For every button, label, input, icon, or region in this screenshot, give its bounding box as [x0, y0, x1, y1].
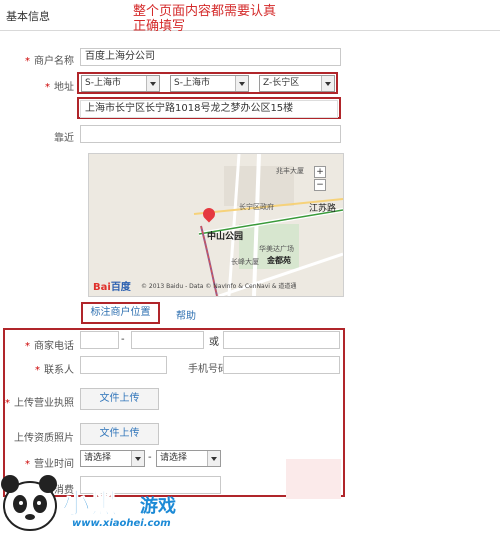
hours-label: * 营业时间: [25, 459, 74, 470]
hours-start-select[interactable]: 请选择: [80, 450, 145, 467]
qualification-label: 上传资质照片: [14, 433, 74, 444]
decorative-block: [286, 459, 341, 499]
zoom-in-button[interactable]: +: [314, 166, 326, 178]
map-label-changfeng: 长峰大厦: [231, 258, 259, 266]
notice-line-1: 整个页面内容都需要认真: [133, 4, 277, 19]
hours-end-select[interactable]: 请选择: [156, 450, 221, 467]
contact-input[interactable]: [80, 356, 167, 374]
map-label-huamei: 华美达广场: [259, 245, 294, 253]
merchant-name-label: * 商户名称: [25, 56, 74, 67]
zoom-out-button[interactable]: −: [314, 179, 326, 191]
location-map[interactable]: 兆丰大厦 长宁区政府 江苏路 中山公园 华美达广场 长峰大厦 金都苑 + − B…: [88, 153, 344, 297]
phone-dash: -: [121, 334, 125, 345]
mark-location-button[interactable]: 标注商户位置: [84, 305, 157, 321]
license-upload-button[interactable]: 文件上传: [80, 388, 159, 410]
map-roads: [89, 154, 343, 296]
chevron-down-icon: [321, 76, 334, 91]
mobile-input[interactable]: [223, 356, 340, 374]
map-copyright: © 2013 Baidu - Data © NavInfo & CenNavi …: [141, 283, 297, 290]
nearby-input[interactable]: [80, 125, 341, 143]
watermark-name: 小黑: [61, 487, 119, 521]
baidu-logo: Bai百度: [93, 282, 131, 293]
map-label-changning-gov: 长宁区政府: [239, 203, 274, 211]
chevron-down-icon: [131, 451, 144, 466]
nearby-label: 靠近: [54, 133, 74, 144]
chevron-down-icon: [207, 451, 220, 466]
address-detail-input[interactable]: 上海市长宁区长宁路1018号龙之梦办公区15楼: [80, 100, 338, 118]
mobile-label: 手机号码: [188, 364, 228, 375]
map-label-zhaofeng: 兆丰大厦: [276, 167, 304, 175]
chevron-down-icon: [146, 76, 159, 91]
notice-text: 整个页面内容都需要认真 正确填写: [133, 4, 303, 34]
watermark-sub: 游戏: [140, 496, 176, 517]
province-select[interactable]: S-上海市: [81, 75, 160, 92]
map-label-jiangsu: 江苏路: [309, 204, 337, 214]
license-label: * 上传营业执照: [5, 398, 74, 409]
district-select[interactable]: Z-长宁区: [259, 75, 335, 92]
panda-mascot-icon: [1, 475, 57, 531]
merchant-name-input[interactable]: 百度上海分公司: [80, 48, 341, 66]
watermark-url: www.xiaohei.com: [72, 518, 171, 529]
chevron-down-icon: [235, 76, 248, 91]
qualification-upload-button[interactable]: 文件上传: [80, 423, 159, 445]
map-label-jindu: 金都苑: [267, 256, 291, 265]
tab-basic-info[interactable]: 基本信息: [0, 6, 56, 28]
phone-label: * 商家电话: [25, 341, 74, 352]
address-label: * 地址: [45, 82, 74, 93]
phone-or-text: 或: [209, 337, 219, 348]
help-link[interactable]: 帮助: [176, 307, 196, 322]
xiaohei-watermark: 小黑 游戏 www.xiaohei.com: [0, 470, 210, 534]
phone-alt-input[interactable]: [223, 331, 340, 349]
notice-line-2: 正确填写: [133, 19, 186, 34]
map-label-zhongshan: 中山公园: [207, 232, 244, 242]
city-select[interactable]: S-上海市: [170, 75, 249, 92]
contact-label: * 联系人: [35, 365, 74, 376]
phone-area-code-input[interactable]: [80, 331, 119, 349]
hours-dash: -: [148, 452, 152, 463]
phone-number-input[interactable]: [131, 331, 204, 349]
